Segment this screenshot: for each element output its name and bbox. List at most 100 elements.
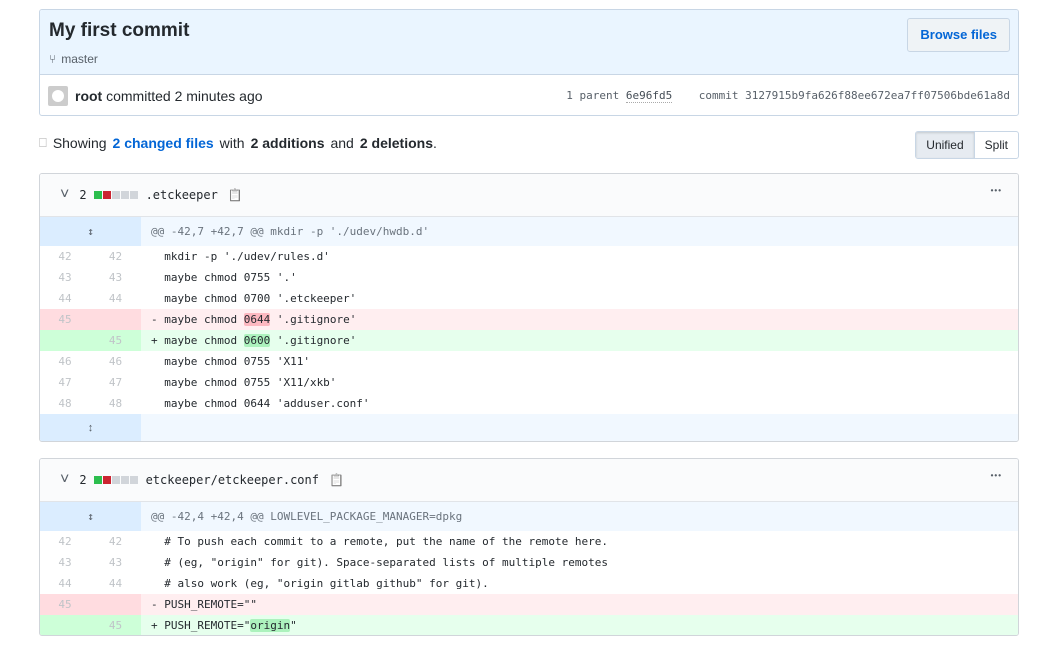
branch-label[interactable]: ⑂ master — [49, 52, 98, 66]
diffstat-block — [102, 476, 111, 484]
copy-path-icon[interactable]: 📋 — [228, 188, 243, 202]
old-line-number[interactable] — [40, 330, 90, 351]
old-line-number[interactable]: 47 — [40, 372, 90, 393]
code-text: mkdir -p './udev/rules.d' — [151, 250, 330, 263]
code-text: '.gitignore' — [270, 313, 357, 326]
line-code: # To push each commit to a remote, put t… — [141, 531, 1018, 552]
old-line-number[interactable] — [40, 615, 90, 635]
new-line-number[interactable]: 45 — [90, 615, 141, 635]
branch-name: master — [61, 52, 98, 66]
change-count: 2 — [79, 473, 87, 487]
file-diff-icon: ⎕ — [39, 135, 47, 150]
commit-title: My first commit — [49, 20, 190, 41]
code-text: # To push each commit to a remote, put t… — [151, 535, 608, 548]
code-text: maybe chmod 0700 '.etckeeper' — [151, 292, 357, 305]
diff-line: 45 - PUSH_REMOTE="" — [40, 594, 1018, 615]
old-line-number[interactable]: 45 — [40, 594, 90, 615]
browse-files-button[interactable]: Browse files — [907, 18, 1010, 52]
line-code: maybe chmod 0755 'X11/xkb' — [141, 372, 1018, 393]
diff-view-toggle: Unified Split — [915, 131, 1019, 159]
new-line-number[interactable]: 45 — [90, 330, 141, 351]
new-line-number[interactable]: 42 — [90, 246, 141, 267]
line-code: # also work (eg, "origin gitlab github" … — [141, 573, 1018, 594]
diffstat-block — [111, 191, 120, 199]
code-text: maybe chmod 0644 'adduser.conf' — [151, 397, 370, 410]
commit-shas: 1 parent 6e96fd5 commit 3127915b9fa626f8… — [566, 89, 1010, 103]
diffstat-block — [120, 191, 129, 199]
old-line-number[interactable]: 46 — [40, 351, 90, 372]
code-text: # also work (eg, "origin gitlab github" … — [151, 577, 489, 590]
author-link[interactable]: root — [75, 88, 102, 104]
copy-path-icon[interactable]: 📋 — [329, 473, 344, 487]
old-line-number[interactable]: 48 — [40, 393, 90, 414]
changed-word: origin — [250, 619, 291, 632]
chevron-down-icon[interactable]: ˅ — [60, 471, 69, 489]
file-diff: ˅ 2 etckeeper/etckeeper.conf 📋 ••• ↕ @@ -42,4 … — [39, 458, 1019, 636]
old-line-number[interactable]: 45 — [40, 309, 90, 330]
expand-up-icon[interactable]: ↕ — [40, 217, 141, 246]
expand-down-icon[interactable]: ↕ — [40, 414, 141, 441]
diff-line: 45 + PUSH_REMOTE="origin" — [40, 615, 1018, 635]
summary-showing: Showing — [52, 135, 107, 151]
expand-filler — [141, 414, 1018, 441]
changed-files-link[interactable]: 2 changed files — [113, 135, 214, 151]
diffstat-block — [93, 476, 102, 484]
code-text: " — [290, 619, 297, 632]
avatar[interactable] — [48, 85, 68, 106]
old-line-number[interactable]: 44 — [40, 288, 90, 309]
parent-sha-link[interactable]: 6e96fd5 — [625, 89, 673, 103]
code-text: + maybe chmod — [151, 334, 244, 347]
chevron-down-icon[interactable]: ˅ — [60, 186, 69, 204]
summary-with: with — [219, 135, 245, 151]
code-text: maybe chmod 0755 'X11/xkb' — [151, 376, 337, 389]
code-text: '.gitignore' — [270, 334, 357, 347]
new-line-number[interactable]: 44 — [90, 288, 141, 309]
changed-word: 0644 — [243, 313, 271, 326]
line-code: maybe chmod 0700 '.etckeeper' — [141, 288, 1018, 309]
new-line-number[interactable]: 43 — [90, 552, 141, 573]
line-code: # (eg, "origin" for git). Space-separate… — [141, 552, 1018, 573]
hunk-text: @@ -42,7 +42,7 @@ mkdir -p './udev/hwdb.… — [151, 225, 430, 238]
diffstat-block — [129, 191, 138, 199]
more-options-icon[interactable]: ••• — [991, 471, 1002, 480]
diffstat-blocks — [93, 191, 138, 199]
unified-button[interactable]: Unified — [916, 132, 975, 158]
file-header: ˅ 2 .etckeeper 📋 ••• — [40, 174, 1018, 217]
diff-line: 46 46 maybe chmod 0755 'X11' — [40, 351, 1018, 372]
diffstat-block — [111, 476, 120, 484]
diff-line: 44 44 # also work (eg, "origin gitlab git… — [40, 573, 1018, 594]
summary-period: . — [432, 135, 437, 151]
expand-up-icon[interactable]: ↕ — [40, 502, 141, 531]
code-text: maybe chmod 0755 'X11' — [151, 355, 310, 368]
new-line-number[interactable]: 46 — [90, 351, 141, 372]
commit-meta: root committed 2 minutes ago 1 parent 6e… — [40, 75, 1018, 115]
old-line-number[interactable]: 42 — [40, 531, 90, 552]
old-line-number[interactable]: 43 — [40, 267, 90, 288]
additions-count: 2 additions — [250, 135, 325, 151]
new-line-number[interactable]: 43 — [90, 267, 141, 288]
deletions-count: 2 deletions — [359, 135, 433, 151]
old-line-number[interactable]: 43 — [40, 552, 90, 573]
new-line-number[interactable]: 44 — [90, 573, 141, 594]
new-line-number[interactable] — [90, 594, 141, 615]
more-options-icon[interactable]: ••• — [991, 186, 1002, 195]
line-code: - PUSH_REMOTE="" — [141, 594, 1018, 615]
file-name[interactable]: .etckeeper — [146, 188, 218, 202]
new-line-number[interactable] — [90, 309, 141, 330]
diff-summary: ⎕ Showing 2 changed files with 2 additio… — [39, 135, 437, 151]
new-line-number[interactable]: 48 — [90, 393, 141, 414]
new-line-number[interactable]: 47 — [90, 372, 141, 393]
old-line-number[interactable]: 42 — [40, 246, 90, 267]
split-button[interactable]: Split — [975, 132, 1018, 158]
code-text: + PUSH_REMOTE=" — [151, 619, 251, 632]
diffstat-block — [93, 191, 102, 199]
file-name[interactable]: etckeeper/etckeeper.conf — [146, 473, 319, 487]
diff-line: 42 42 # To push each commit to a remote, … — [40, 531, 1018, 552]
change-count: 2 — [79, 188, 87, 202]
old-line-number[interactable]: 44 — [40, 573, 90, 594]
new-line-number[interactable]: 42 — [90, 531, 141, 552]
diff-line: 45 + maybe chmod 0600 '.gitignore' — [40, 330, 1018, 351]
diff-line: 43 43 maybe chmod 0755 '.' — [40, 267, 1018, 288]
hunk-header: ↕ @@ -42,4 +42,4 @@ LOWLEVEL_PACKAGE_MANA… — [40, 502, 1018, 531]
line-code: + PUSH_REMOTE="origin" — [141, 615, 1018, 635]
